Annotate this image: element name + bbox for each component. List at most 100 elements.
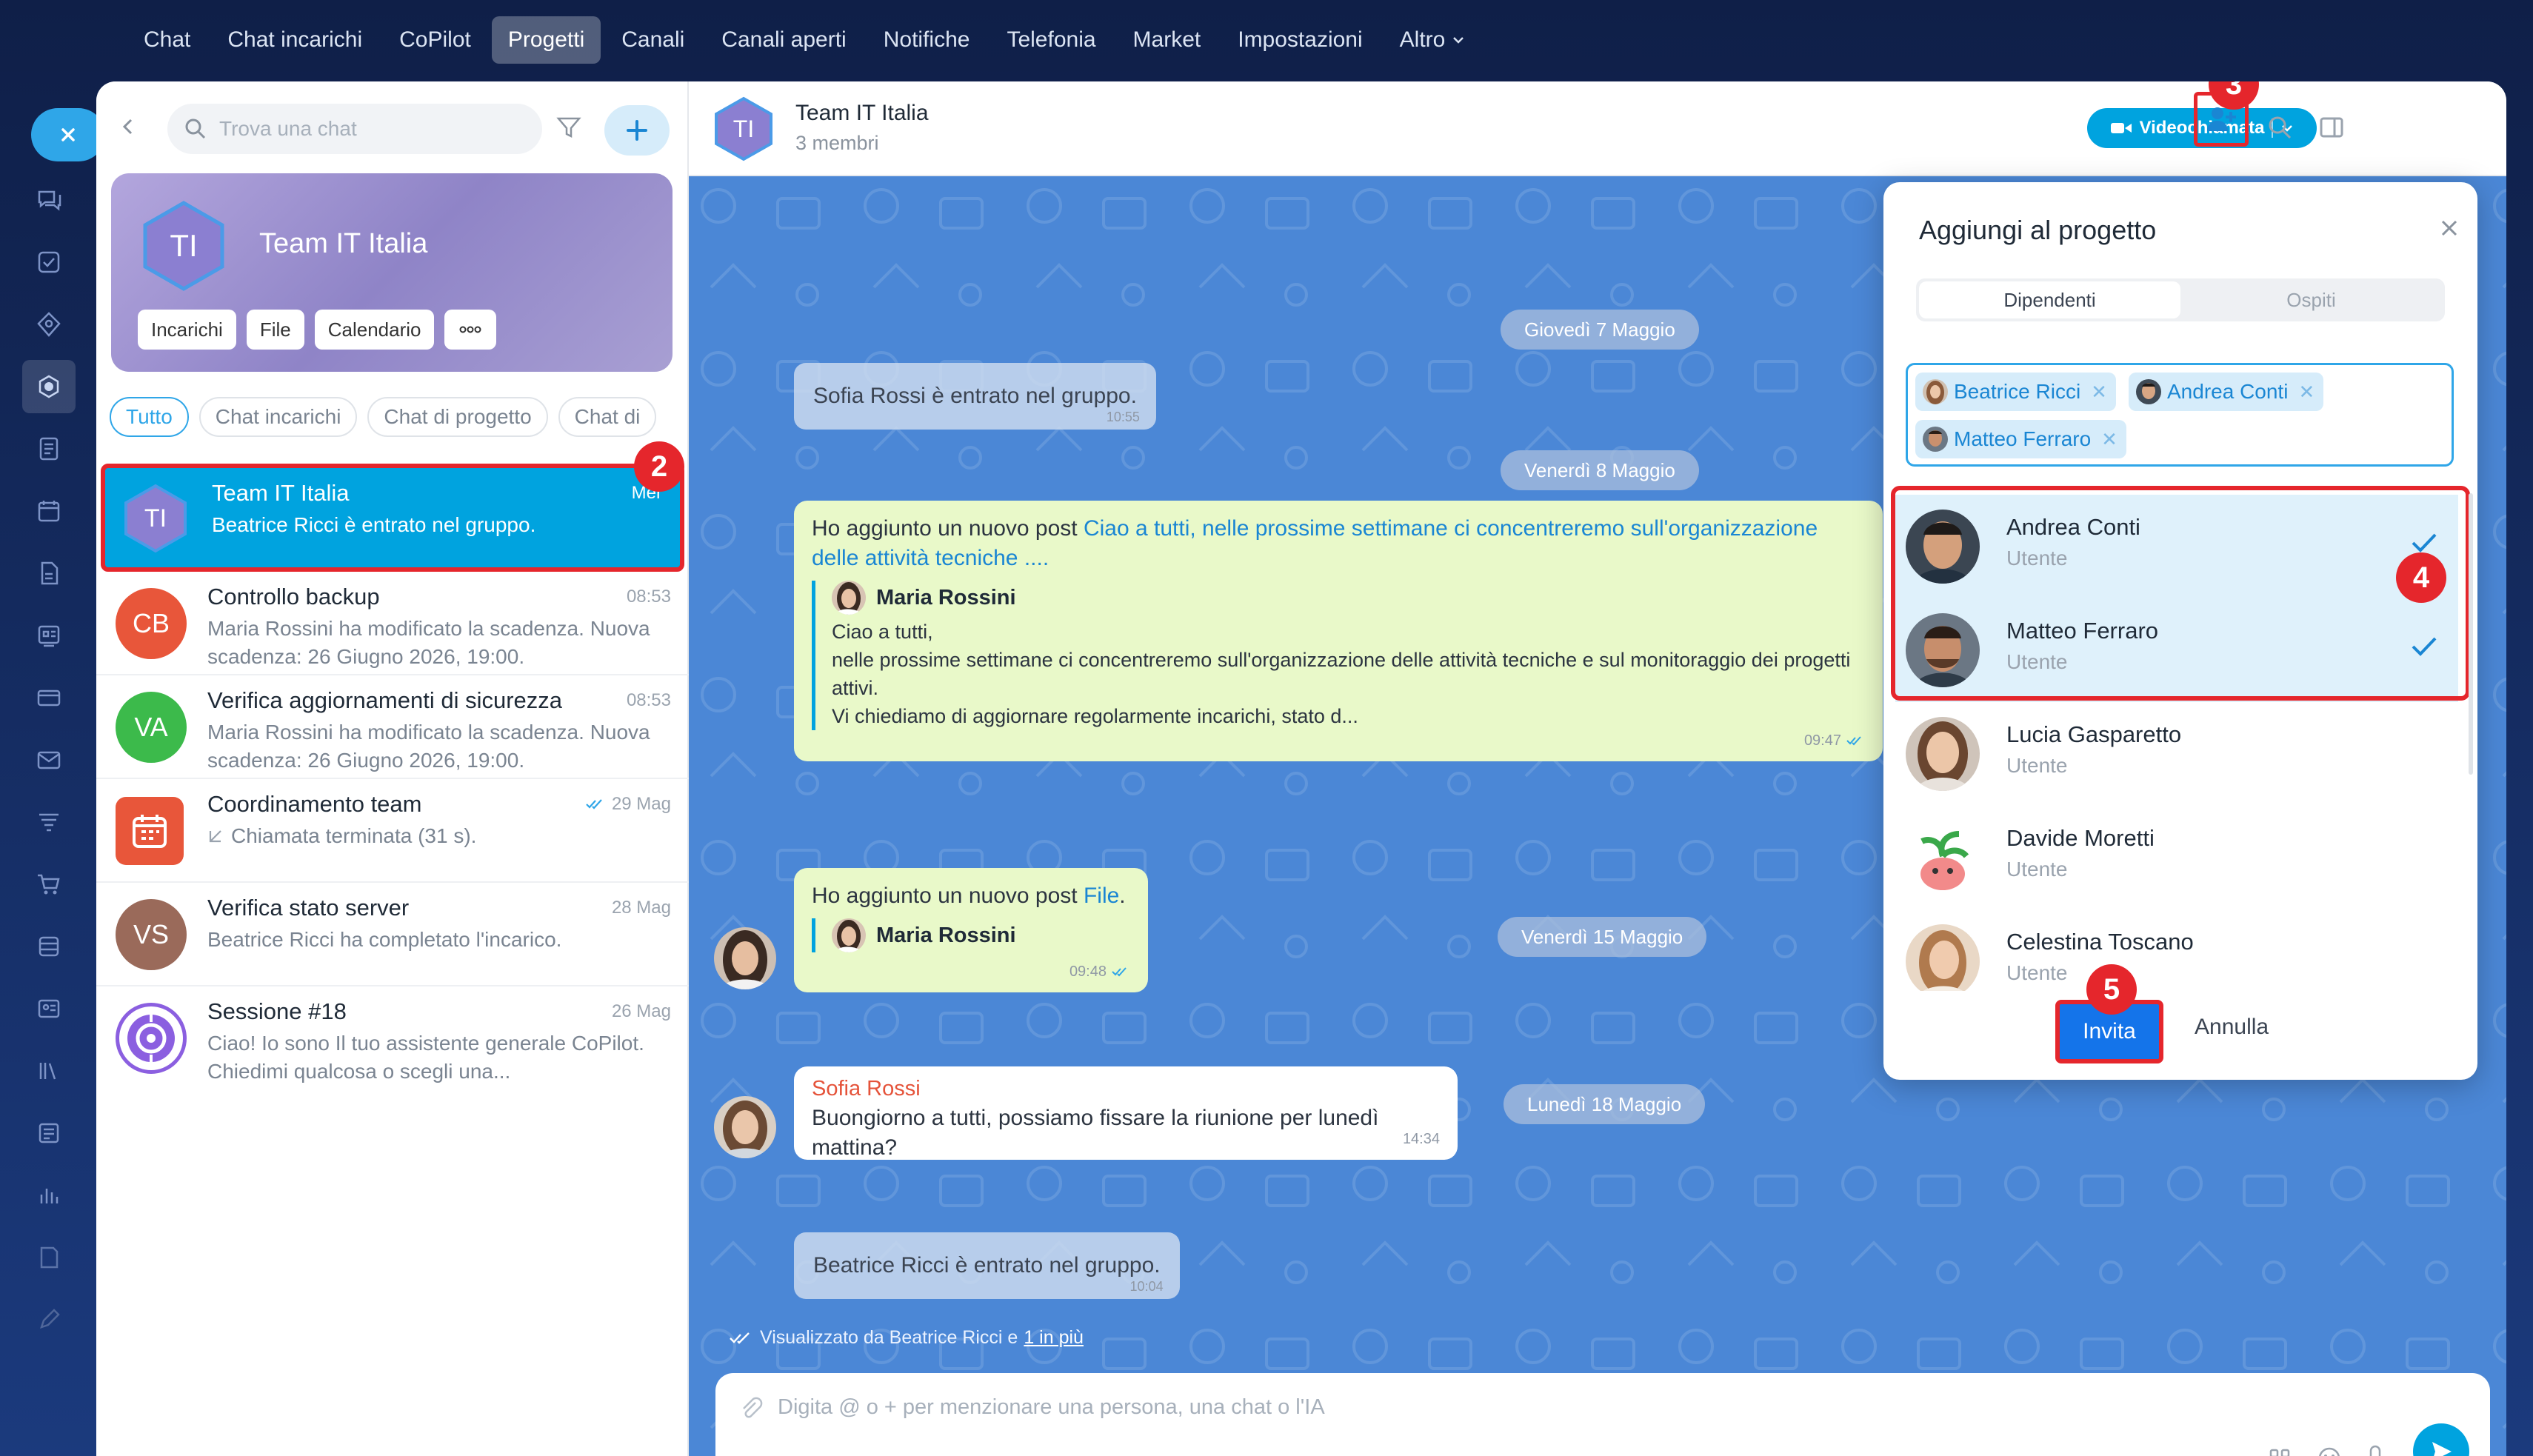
message-time: 10:04 bbox=[1129, 1279, 1164, 1294]
chat-item-sessione-18[interactable]: Sessione #18 26 Mag Ciao! Io sono Il tuo… bbox=[96, 986, 689, 1090]
filter-project-chats[interactable]: Chat di progetto bbox=[367, 397, 548, 437]
chat-title: Verifica stato server bbox=[207, 895, 410, 921]
search-input[interactable]: Trova una chat bbox=[167, 104, 542, 154]
tasks-button[interactable]: Incarichi bbox=[138, 310, 236, 350]
remove-tag-icon[interactable]: ✕ bbox=[2298, 381, 2315, 404]
emoji-icon[interactable] bbox=[2317, 1446, 2342, 1456]
double-check-icon bbox=[1111, 966, 1130, 977]
filter-all[interactable]: Tutto bbox=[110, 397, 189, 437]
back-button[interactable] bbox=[117, 116, 139, 138]
nav-copilot[interactable]: CoPilot bbox=[383, 16, 487, 64]
post-message-2[interactable]: Ho aggiunto un nuovo post File. Maria Ro… bbox=[794, 868, 1148, 992]
message-sofia-rossi[interactable]: Sofia Rossi Buongiorno a tutti, possiamo… bbox=[794, 1066, 1458, 1160]
plus-icon bbox=[624, 118, 650, 143]
close-icon bbox=[2437, 216, 2461, 240]
rail-cart-icon[interactable] bbox=[33, 868, 65, 901]
side-panel-button[interactable] bbox=[2318, 114, 2345, 141]
rail-contacts-icon[interactable] bbox=[33, 992, 65, 1025]
tab-dipendenti[interactable]: Dipendenti bbox=[1919, 281, 2180, 318]
post-message-1[interactable]: Ho aggiunto un nuovo post Ciao a tutti, … bbox=[794, 501, 1883, 761]
files-button[interactable]: File bbox=[246, 310, 304, 350]
rail-funnel-icon[interactable] bbox=[33, 806, 65, 838]
dialog-close-button[interactable] bbox=[2437, 216, 2461, 240]
chat-list: TI Team IT Italia Mer Beatrice Ricci è e… bbox=[96, 464, 689, 1090]
calendar-button[interactable]: Calendario bbox=[314, 310, 435, 350]
seen-by-indicator: Visualizzato da Beatrice Ricci e 1 in pi… bbox=[729, 1327, 1084, 1349]
seen-by-more-link[interactable]: 1 in più bbox=[1024, 1327, 1084, 1349]
rail-feed-icon[interactable] bbox=[33, 308, 65, 341]
message-time-wrap: 09:47 bbox=[1804, 726, 1865, 755]
rail-edit-icon[interactable] bbox=[33, 1303, 65, 1336]
close-icon bbox=[57, 124, 79, 146]
person-row-lucia-gasparetto[interactable]: Lucia Gasparetto Utente bbox=[1895, 702, 2458, 806]
chat-preview: Beatrice Ricci è entrato nel gruppo. bbox=[212, 513, 536, 536]
post-intro: Ho aggiunto un nuovo post Ciao a tutti, … bbox=[812, 514, 1865, 573]
send-button[interactable] bbox=[2413, 1423, 2469, 1456]
chat-item-coordinamento-team[interactable]: Coordinamento team 29 Mag Chiamata termi… bbox=[96, 779, 689, 883]
chat-item-verifica-stato-server[interactable]: VS Verifica stato server 28 Mag Beatrice… bbox=[96, 883, 689, 986]
selected-tag: Andrea Conti ✕ bbox=[2129, 373, 2324, 411]
message-composer[interactable]: Digita @ o + per menzionare una persona,… bbox=[715, 1373, 2490, 1456]
rail-card-icon[interactable] bbox=[33, 681, 65, 714]
nav-canali[interactable]: Canali bbox=[605, 16, 701, 64]
chat-preview: Chiamata terminata (31 s). bbox=[231, 824, 477, 847]
rail-docs-icon[interactable] bbox=[33, 433, 65, 465]
rail-board-icon[interactable] bbox=[33, 619, 65, 652]
nav-altro[interactable]: Altro bbox=[1384, 16, 1483, 64]
nav-canali-aperti[interactable]: Canali aperti bbox=[705, 16, 862, 64]
nav-progetti[interactable]: Progetti bbox=[491, 16, 601, 64]
rail-notes-icon[interactable] bbox=[33, 1241, 65, 1274]
rail-storage-icon[interactable] bbox=[33, 930, 65, 963]
microphone-icon[interactable] bbox=[2364, 1444, 2386, 1456]
nav-notifiche[interactable]: Notifiche bbox=[867, 16, 987, 64]
rail-tasks-icon[interactable] bbox=[33, 246, 65, 278]
chat-item-controllo-backup[interactable]: CB Controllo backup 08:53 Maria Rossini … bbox=[96, 572, 689, 675]
chat-item-team-it-italia[interactable]: TI Team IT Italia Mer Beatrice Ricci è e… bbox=[101, 464, 684, 572]
dialog-scrollbar[interactable] bbox=[2469, 493, 2473, 775]
rail-library-icon[interactable] bbox=[33, 1055, 65, 1087]
search-in-chat-button[interactable] bbox=[2266, 114, 2293, 141]
attach-icon[interactable] bbox=[738, 1395, 763, 1420]
person-role: Utente bbox=[2006, 961, 2068, 984]
quote-author: Maria Rossini bbox=[832, 918, 1130, 952]
rail-mail-icon[interactable] bbox=[33, 744, 65, 776]
cancel-button[interactable]: Annulla bbox=[2195, 1015, 2269, 1040]
system-message: Sofia Rossi è entrato nel gruppo. 10:55 bbox=[794, 363, 1156, 430]
nav-telefonia[interactable]: Telefonia bbox=[990, 16, 1112, 64]
nav-market[interactable]: Market bbox=[1117, 16, 1218, 64]
chat-avatar: TI bbox=[120, 483, 191, 554]
search-icon bbox=[2266, 114, 2293, 141]
filter-task-chats[interactable]: Chat incarichi bbox=[198, 397, 358, 437]
rail-analytics-icon[interactable] bbox=[33, 1179, 65, 1212]
remove-tag-icon[interactable]: ✕ bbox=[2091, 381, 2107, 404]
close-panel-button[interactable] bbox=[31, 108, 105, 161]
rail-calendar-icon[interactable] bbox=[33, 495, 65, 527]
more-button[interactable] bbox=[444, 310, 497, 350]
chat-time: 26 Mag bbox=[611, 1001, 671, 1021]
remove-tag-icon[interactable]: ✕ bbox=[2101, 428, 2117, 451]
post-file-link[interactable]: File bbox=[1084, 884, 1119, 908]
selected-people-field[interactable]: Beatrice Ricci ✕ Andrea Conti ✕ Matteo F… bbox=[1906, 363, 2454, 467]
new-chat-button[interactable] bbox=[604, 105, 670, 156]
filter-button[interactable] bbox=[555, 114, 582, 141]
rail-files-icon[interactable] bbox=[33, 557, 65, 590]
person-row-davide-moretti[interactable]: Davide Moretti Utente bbox=[1895, 806, 2458, 909]
tab-ospiti[interactable]: Ospiti bbox=[2180, 281, 2442, 318]
person-row-celestina-toscano[interactable]: Celestina Toscano Utente bbox=[1895, 909, 2458, 991]
chat-item-verifica-aggiornamenti[interactable]: VA Verifica aggiornamenti di sicurezza 0… bbox=[96, 675, 689, 779]
apps-grid-icon[interactable] bbox=[2268, 1447, 2292, 1456]
nav-chat-incarichi[interactable]: Chat incarichi bbox=[211, 16, 378, 64]
message-time: 10:55 bbox=[1106, 410, 1140, 424]
chat-time-wrap: 29 Mag bbox=[585, 794, 671, 815]
system-message: Beatrice Ricci è entrato nel gruppo. 10:… bbox=[794, 1232, 1180, 1299]
rail-reports-icon[interactable] bbox=[33, 1117, 65, 1149]
chat-sidebar: Trova una chat TI Team IT Italia Incaric… bbox=[96, 81, 689, 1456]
rail-projects-icon[interactable] bbox=[22, 360, 76, 413]
filter-more[interactable]: Chat di bbox=[558, 397, 657, 437]
rail-chat-icon[interactable] bbox=[33, 184, 65, 216]
nav-chat[interactable]: Chat bbox=[127, 16, 207, 64]
avatar bbox=[1906, 924, 1980, 991]
nav-impostazioni[interactable]: Impostazioni bbox=[1221, 16, 1378, 64]
message-time: 14:34 bbox=[1402, 1131, 1440, 1147]
message-time-wrap: 09:48 bbox=[1069, 957, 1130, 986]
